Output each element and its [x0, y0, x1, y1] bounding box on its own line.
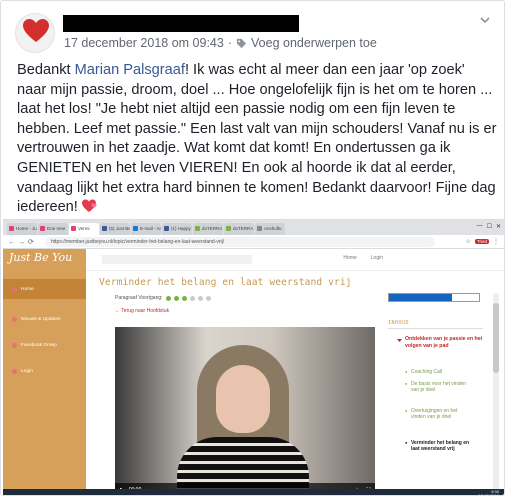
search-placeholder[interactable]: [102, 255, 252, 264]
heart-icon: [23, 19, 49, 42]
site-topbar: Home Login: [86, 249, 504, 271]
toc-section-link[interactable]: Ontdekken van je passie en het volgen va…: [405, 336, 491, 349]
browser-tab[interactable]: (5) Just Be: [100, 223, 130, 235]
chevron-down-icon[interactable]: [478, 13, 492, 27]
divider: [388, 328, 483, 329]
nav-login[interactable]: Login: [371, 255, 383, 261]
post-meta: 17 december 2018 om 09:43 · Voeg onderwe…: [64, 36, 377, 50]
paragraph-progress: Paragraaf Voortgang:: [115, 295, 211, 301]
scrollbar[interactable]: [493, 293, 499, 495]
progress-dot: [197, 295, 203, 301]
two-hearts-emoji: [81, 199, 97, 213]
lesson-title: Verminder het belang en laat weerstand v…: [99, 277, 352, 288]
attached-screenshot[interactable]: Home - Ju Doe mee Vermi (5) Just Be E-mail -…: [3, 219, 504, 495]
browser-tab-bar: Home - Ju Doe mee Vermi (5) Just Be E-mail -…: [3, 220, 504, 235]
website-content: Just Be You Home Nieuws & Updates Facebo…: [3, 249, 504, 495]
progress-dot: [205, 295, 211, 301]
sidebar-item-facebook[interactable]: Facebook Groep: [3, 335, 86, 355]
video-person-face: [216, 365, 270, 433]
site-nav: Home Login: [343, 255, 383, 261]
toc-item[interactable]: Overtuigingen en het vinden van je doel: [405, 408, 471, 421]
facebook-post: 17 december 2018 om 09:43 · Voeg onderwe…: [0, 0, 505, 496]
star-icon[interactable]: ☆: [466, 238, 471, 245]
progress-label: Paragraaf Voortgang:: [115, 295, 163, 301]
post-text-intro: Bedankt: [17, 62, 75, 78]
avatar[interactable]: [15, 13, 55, 53]
nav-home[interactable]: Home: [343, 255, 356, 261]
progress-dot: [173, 295, 179, 301]
progress-dot: [165, 295, 171, 301]
caret-down-icon[interactable]: [397, 338, 402, 343]
taskbar-clock: 9:30 17-12-2018: [479, 490, 499, 495]
progress-dot: [189, 295, 195, 301]
browser-tab[interactable]: E-mail - Ann: [131, 223, 161, 235]
browser-tab[interactable]: Vermi: [69, 223, 99, 235]
browser-tab[interactable]: doTERRA: [193, 223, 223, 235]
post-text-body: ! Ik was echt al meer dan een jaar 'op z…: [17, 62, 497, 216]
url-field[interactable]: https://member.justbeyou.nl/topic/vermin…: [45, 237, 435, 247]
toc-item[interactable]: Coaching Call: [405, 369, 442, 376]
menu-icon[interactable]: ⋮: [493, 238, 499, 245]
browser-nav-buttons[interactable]: ←→⟳: [8, 238, 37, 246]
separator: ·: [227, 36, 233, 50]
back-to-chapter-link[interactable]: ← Terug naar Hoofdstuk: [115, 308, 169, 314]
progress-dot: [181, 295, 187, 301]
site-sidebar: Just Be You Home Nieuws & Updates Facebo…: [3, 249, 86, 495]
tag-icon: [236, 38, 247, 48]
progress-dots: [165, 295, 211, 301]
sidebar-item-news[interactable]: Nieuws & Updates: [3, 309, 86, 329]
video-player[interactable]: ▶ 00:00 🔈 ⛶: [115, 327, 375, 495]
windows-taskbar: 9:30 17-12-2018: [3, 489, 504, 495]
toc-item-active[interactable]: Verminder het belang en laat weerstand v…: [405, 440, 471, 453]
account-badge[interactable]: Tried: [474, 239, 489, 244]
browser-url-bar: ←→⟳ https://member.justbeyou.nl/topic/ve…: [3, 235, 504, 249]
sidebar-item-login[interactable]: Login: [3, 361, 86, 381]
lesson-sidebar: INHOUD Ontdekken van je passie en het vo…: [383, 293, 501, 495]
browser-tab[interactable]: (1) Happy: [162, 223, 192, 235]
browser-tab[interactable]: doTERRA: [224, 223, 254, 235]
window-controls[interactable]: — ☐ ✕: [477, 223, 501, 230]
toc-title: INHOUD: [388, 320, 410, 326]
browser-toolbar-icons: ☆ Tried ⋮: [466, 238, 499, 245]
mention-link[interactable]: Marian Palsgraaf: [75, 62, 185, 78]
lesson-progress-bar: [388, 293, 480, 302]
browser-tab[interactable]: Home - Ju: [7, 223, 37, 235]
author-name-redacted[interactable]: [63, 15, 299, 32]
post-header: 17 december 2018 om 09:43 · Voeg onderwe…: [13, 9, 494, 53]
sidebar-item-home[interactable]: Home: [3, 279, 86, 299]
toc-item[interactable]: De basis voor het vinden van je doel: [405, 381, 471, 394]
post-message: Bedankt Marian Palsgraaf! Ik was echt al…: [17, 61, 497, 218]
browser-tab[interactable]: Doe mee: [38, 223, 68, 235]
site-logo[interactable]: Just Be You: [9, 251, 72, 264]
add-topics-link[interactable]: Voeg onderwerpen toe: [251, 36, 377, 50]
browser-tab[interactable]: Anshuflu: [255, 223, 285, 235]
post-date[interactable]: 17 december 2018 om 09:43: [64, 36, 224, 50]
